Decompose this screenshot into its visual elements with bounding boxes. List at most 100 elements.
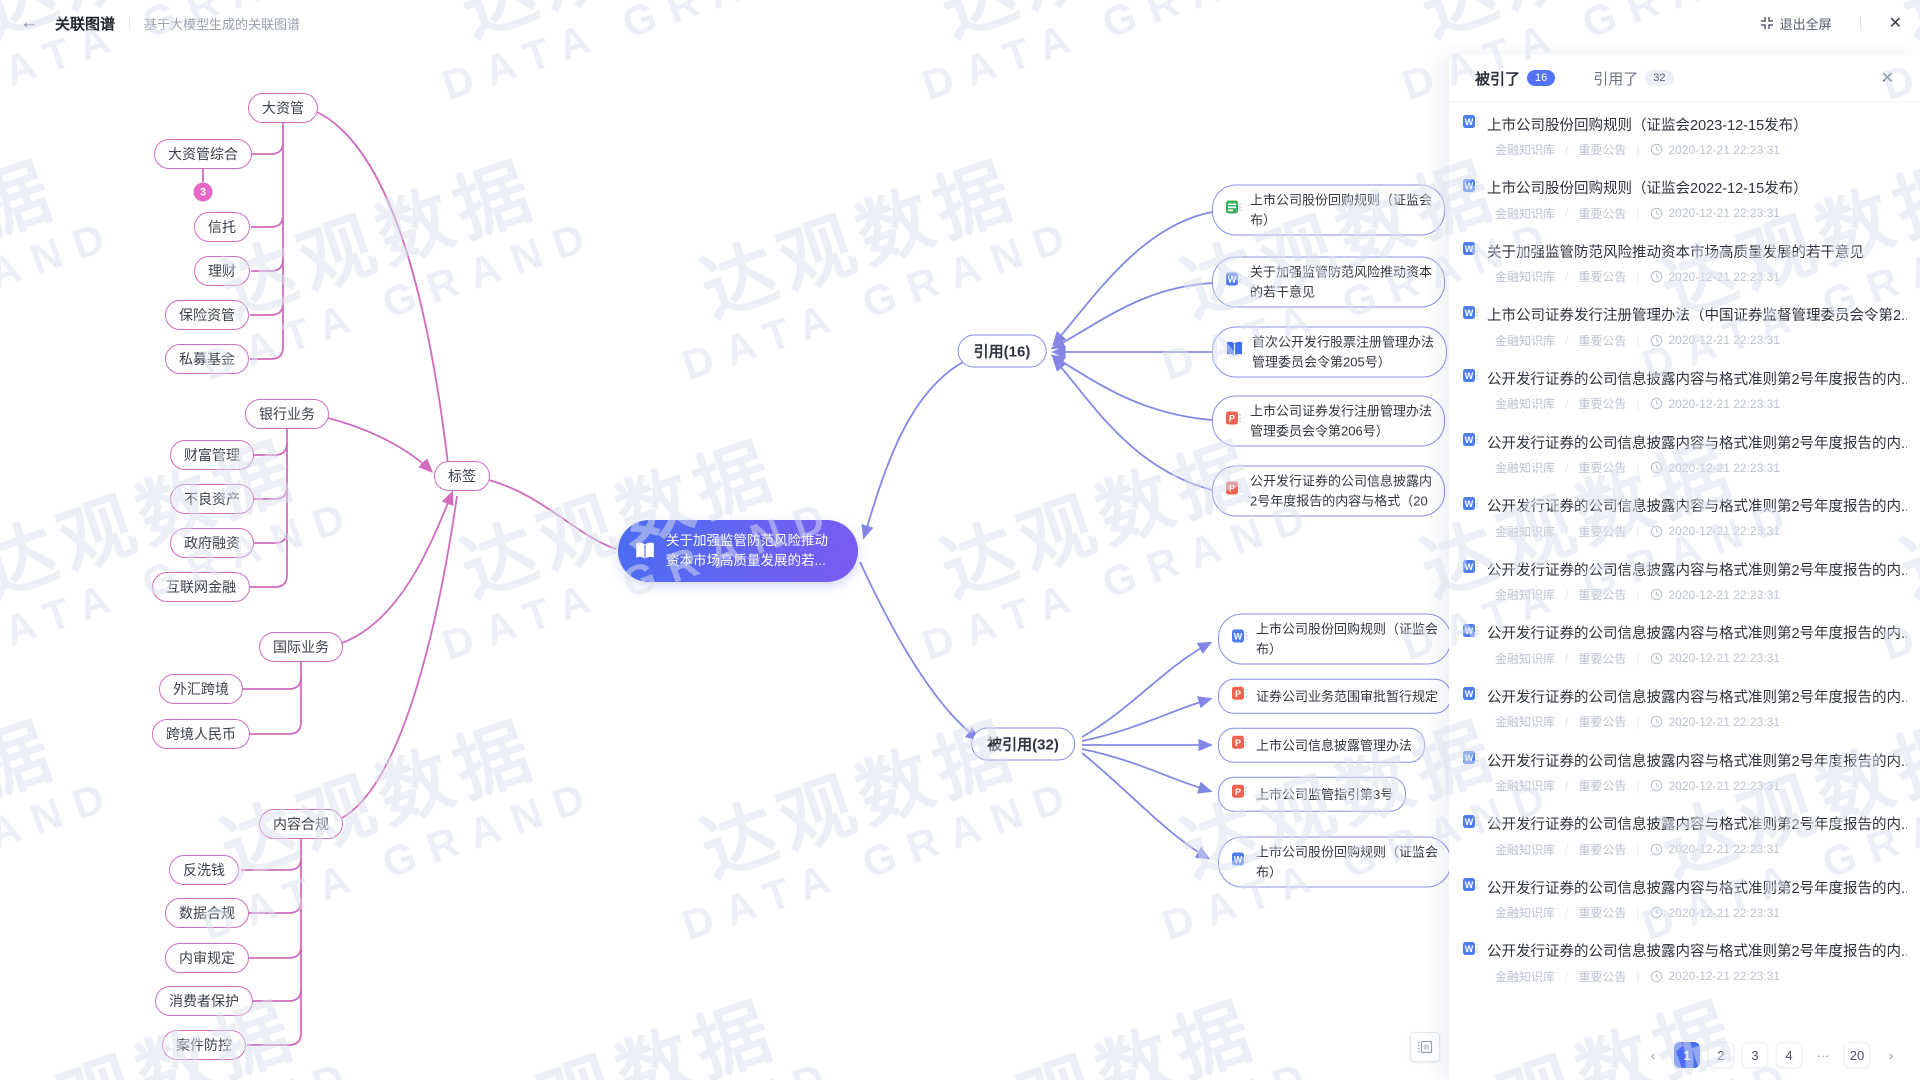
graph-child-node[interactable]: 政府融资	[170, 528, 254, 558]
graph-child-node[interactable]: 数据合规	[165, 898, 249, 928]
graph-child-node[interactable]: 不良资产	[170, 484, 254, 514]
ppt-icon: P	[1231, 783, 1248, 806]
graph-child-node[interactable]: 消费者保护	[155, 986, 253, 1016]
graph-group-node[interactable]: 银行业务	[245, 399, 329, 429]
clock-icon	[1650, 843, 1663, 856]
close-icon[interactable]: ✕	[1889, 13, 1902, 33]
exit-fullscreen-label: 退出全屏	[1780, 14, 1832, 33]
cited-count-node[interactable]: 引用(16)	[958, 335, 1047, 368]
graph-child-node[interactable]: 外汇跨境	[159, 674, 243, 704]
document-node[interactable]: W上市公司股份回购规则（证监会布）	[1218, 614, 1451, 665]
svg-text:W: W	[1465, 880, 1474, 890]
document-node-line1: 首次公开发行股票注册管理办法	[1252, 333, 1434, 353]
word-doc-icon: W	[1462, 113, 1479, 135]
document-node[interactable]: P上市公司证券发行注册管理办法管理委员会令第206号）	[1212, 396, 1445, 447]
pagination-page[interactable]: 20	[1844, 1042, 1870, 1068]
document-node[interactable]: W上市公司股份回购规则（证监会布）	[1218, 837, 1451, 888]
doc-list-item[interactable]: W公开发行证券的公司信息披露内容与格式准则第2号年度报告的内...金融知识库/重…	[1449, 367, 1920, 427]
doc-time: 2020-12-21 22:23:31	[1669, 270, 1780, 284]
tab-cites-count: 32	[1645, 70, 1673, 86]
graph-child-node[interactable]: 财富管理	[170, 440, 254, 470]
doc-list-item[interactable]: W公开发行证券的公司信息披露内容与格式准则第2号年度报告的内...金融知识库/重…	[1449, 622, 1920, 682]
svg-text:W: W	[1465, 562, 1474, 572]
doc-time: 2020-12-21 22:23:31	[1669, 588, 1780, 602]
document-node[interactable]: P证券公司业务范围审批暂行规定	[1218, 679, 1451, 714]
doc-list-item[interactable]: W公开发行证券的公司信息披露内容与格式准则第2号年度报告的内...金融知识库/重…	[1449, 495, 1920, 555]
pagination-next[interactable]: ›	[1878, 1042, 1904, 1068]
word-doc-icon: W	[1462, 813, 1479, 835]
doc-tag: 重要公告	[1578, 141, 1626, 158]
exit-fullscreen-button[interactable]: 退出全屏	[1760, 14, 1832, 33]
center-document-node[interactable]: 关于加强监管防范风险推动 资本市场高质量发展的若...	[618, 520, 858, 582]
document-node[interactable]: P公开发行证券的公司信息披露内2号年度报告的内容与格式（20	[1212, 466, 1445, 517]
doc-list-item[interactable]: W公开发行证券的公司信息披露内容与格式准则第2号年度报告的内...金融知识库/重…	[1449, 685, 1920, 745]
graph-child-node[interactable]: 信托	[194, 212, 250, 242]
doc-source: 金融知识库	[1495, 459, 1555, 476]
document-node[interactable]: 上市公司股份回购规则（证监会布）	[1212, 185, 1445, 236]
pagination-page[interactable]: 3	[1742, 1042, 1768, 1068]
back-arrow-icon[interactable]: ←	[20, 12, 39, 34]
document-node-line1: 证券公司业务范围审批暂行规定	[1256, 686, 1438, 706]
svg-text:W: W	[1228, 275, 1237, 285]
doc-time: 2020-12-21 22:23:31	[1669, 206, 1780, 220]
document-node[interactable]: P上市公司信息披露管理办法	[1218, 728, 1425, 763]
document-node[interactable]: 首次公开发行股票注册管理办法管理委员会令第205号）	[1212, 327, 1447, 378]
document-node-line1: 上市公司股份回购规则（证监会	[1256, 620, 1438, 640]
pagination-prev[interactable]: ‹	[1640, 1042, 1666, 1068]
doc-list-item[interactable]: W公开发行证券的公司信息披露内容与格式准则第2号年度报告的内...金融知识库/重…	[1449, 940, 1920, 1000]
doc-list-item[interactable]: W公开发行证券的公司信息披露内容与格式准则第2号年度报告的内...金融知识库/重…	[1449, 749, 1920, 809]
clock-icon	[1650, 588, 1663, 601]
tab-cited-by[interactable]: 被引了 16	[1475, 68, 1555, 89]
collapsed-count-badge[interactable]: 3	[194, 183, 213, 202]
doc-list-item[interactable]: W公开发行证券的公司信息披露内容与格式准则第2号年度报告的内...金融知识库/重…	[1449, 431, 1920, 491]
graph-child-node[interactable]: 私募基金	[165, 344, 249, 374]
svg-text:P: P	[1229, 484, 1235, 494]
svg-text:W: W	[1465, 181, 1474, 191]
graph-child-node[interactable]: 互联网金融	[152, 572, 250, 602]
pagination-ellipsis[interactable]: ···	[1810, 1042, 1836, 1068]
minimap-toggle-button[interactable]	[1410, 1032, 1440, 1062]
graph-group-node[interactable]: 大资管	[248, 93, 318, 123]
panel-tabbar: 被引了 16 引用了 32 ✕	[1449, 55, 1920, 102]
doc-list-item[interactable]: W上市公司股份回购规则（证监会2023-12-15发布）金融知识库/重要公告|2…	[1449, 113, 1920, 173]
doc-list-item[interactable]: W关于加强监管防范风险推动资本市场高质量发展的若干意见金融知识库/重要公告|20…	[1449, 240, 1920, 300]
graph-child-node[interactable]: 保险资管	[165, 300, 249, 330]
word-icon: W	[1225, 271, 1242, 294]
word-icon: W	[1231, 628, 1248, 651]
document-node[interactable]: P 上市公司监管指引第3号	[1218, 777, 1406, 812]
sheet-icon	[1225, 199, 1242, 222]
page-title: 关联图谱	[55, 13, 115, 34]
pagination-page[interactable]: 1	[1674, 1042, 1700, 1068]
document-node[interactable]: W关于加强监管防范风险推动资本的若干意见	[1212, 257, 1445, 308]
graph-child-node[interactable]: 跨境人民币	[152, 719, 250, 749]
graph-child-node[interactable]: 大资管综合	[154, 139, 252, 169]
pagination-page[interactable]: 2	[1708, 1042, 1734, 1068]
doc-list-item[interactable]: W上市公司股份回购规则（证监会2022-12-15发布）金融知识库/重要公告|2…	[1449, 177, 1920, 237]
doc-list-item[interactable]: W公开发行证券的公司信息披露内容与格式准则第2号年度报告的内...金融知识库/重…	[1449, 558, 1920, 618]
minimap-icon	[1417, 1040, 1433, 1054]
citing-count-node[interactable]: 被引用(32)	[971, 728, 1075, 761]
page-subtitle: 基于大模型生成的关联图谱	[144, 14, 300, 33]
graph-child-node[interactable]: 案件防控	[162, 1030, 246, 1060]
pagination-page[interactable]: 4	[1776, 1042, 1802, 1068]
document-node-line2: 布）	[1256, 862, 1438, 882]
document-node-line1: 上市公司监管指引第3号	[1256, 784, 1393, 804]
doc-list-item[interactable]: W公开发行证券的公司信息披露内容与格式准则第2号年度报告的内...金融知识库/重…	[1449, 813, 1920, 873]
svg-text:W: W	[1465, 626, 1474, 636]
word-doc-icon: W	[1462, 304, 1479, 326]
doc-title: 关于加强监管防范风险推动资本市场高质量发展的若干意见	[1487, 241, 1864, 262]
graph-child-node[interactable]: 理财	[194, 256, 250, 286]
graph-group-node[interactable]: 国际业务	[259, 632, 343, 662]
svg-text:P: P	[1235, 787, 1241, 797]
graph-child-node[interactable]: 反洗钱	[169, 855, 239, 885]
tag-node[interactable]: 标签	[434, 461, 490, 491]
panel-close-icon[interactable]: ✕	[1881, 68, 1894, 88]
graph-child-node[interactable]: 内审规定	[165, 943, 249, 973]
graph-group-node[interactable]: 内容合规	[259, 809, 343, 839]
tab-cites[interactable]: 引用了 32	[1593, 68, 1673, 89]
doc-list-item[interactable]: W上市公司证券发行注册管理办法（中国证券监督管理委员会令第2...金融知识库/重…	[1449, 304, 1920, 364]
doc-tag: 重要公告	[1578, 650, 1626, 667]
doc-list-item[interactable]: W公开发行证券的公司信息披露内容与格式准则第2号年度报告的内...金融知识库/重…	[1449, 876, 1920, 936]
doc-time: 2020-12-21 22:23:31	[1669, 651, 1780, 665]
doc-title: 公开发行证券的公司信息披露内容与格式准则第2号年度报告的内...	[1487, 940, 1907, 961]
